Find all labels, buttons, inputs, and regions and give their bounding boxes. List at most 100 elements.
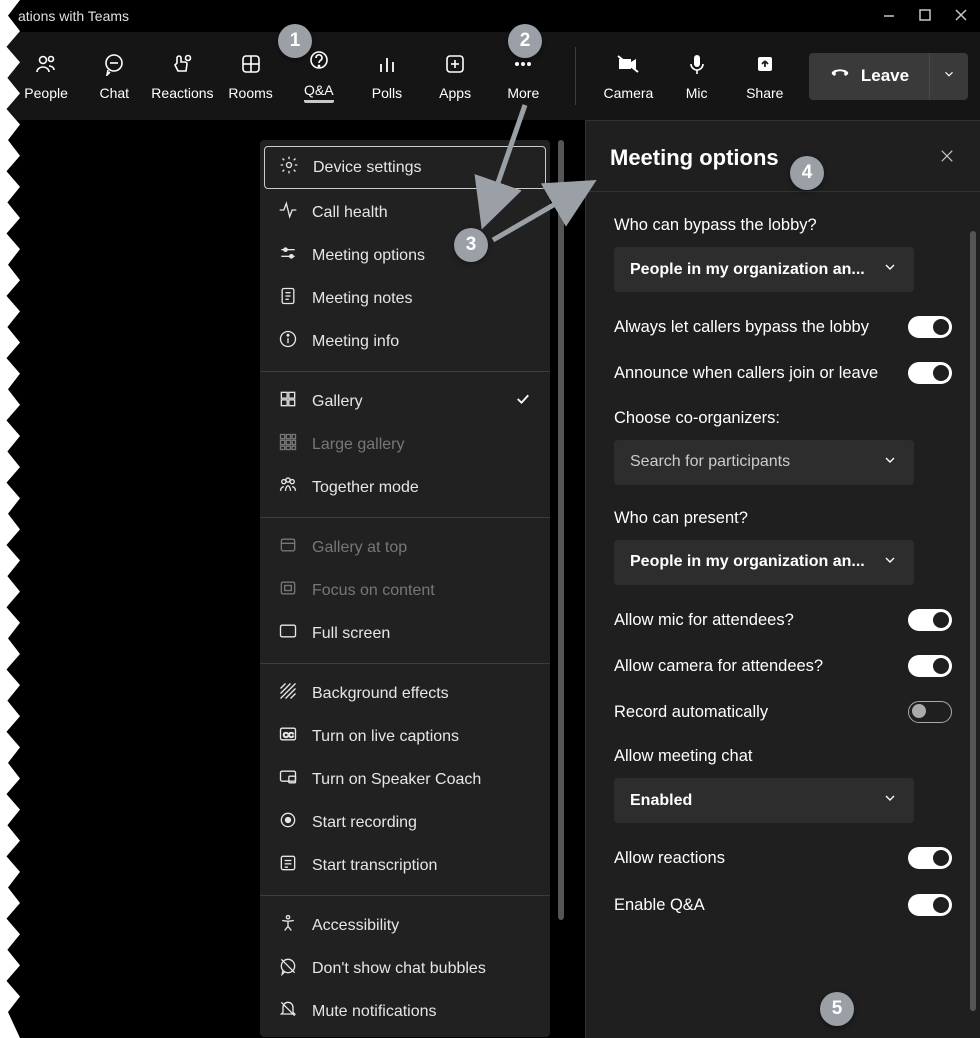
menu-item-label: Start recording: [312, 814, 417, 832]
record-auto-label: Record automatically: [614, 701, 908, 723]
chat-dropdown[interactable]: Enabled: [614, 778, 914, 823]
leave-label: Leave: [861, 66, 909, 86]
menu-item-meeting-notes[interactable]: Meeting notes: [260, 277, 550, 320]
coorg-placeholder: Search for participants: [630, 453, 790, 471]
toolbar-people-label: People: [24, 85, 68, 101]
menu-item-label: Turn on live captions: [312, 728, 459, 746]
menu-item-background-effects[interactable]: Background effects: [260, 672, 550, 715]
callout-1: 1: [278, 24, 312, 58]
menu-item-accessibility[interactable]: Accessibility: [260, 904, 550, 947]
reactions-toggle[interactable]: [908, 847, 952, 869]
lobby-label: Who can bypass the lobby?: [614, 216, 952, 235]
allow-mic-toggle[interactable]: [908, 609, 952, 631]
allow-mic-label: Allow mic for attendees?: [614, 609, 908, 631]
menu-item-label: Accessibility: [312, 917, 399, 935]
toolbar-rooms[interactable]: Rooms: [217, 44, 285, 109]
lobby-dropdown[interactable]: People in my organization an...: [614, 247, 914, 292]
callout-5: 5: [820, 992, 854, 1026]
menu-item-label: Background effects: [312, 685, 449, 703]
menu-scrollbar[interactable]: [558, 140, 564, 920]
menu-item-large-gallery[interactable]: Large gallery: [260, 423, 550, 466]
coach-icon: [278, 767, 298, 792]
toolbar-separator: [575, 47, 576, 105]
panel-close-button[interactable]: [938, 147, 956, 170]
minimize-button[interactable]: [882, 8, 896, 25]
maximize-button[interactable]: [918, 8, 932, 25]
titlebar: ations with Teams: [0, 0, 980, 32]
record-icon: [278, 810, 298, 835]
sliders-icon: [278, 243, 298, 268]
coorg-label: Choose co-organizers:: [614, 409, 952, 428]
menu-item-label: Don't show chat bubbles: [312, 960, 486, 978]
focus-icon: [278, 578, 298, 603]
menu-item-together-mode[interactable]: Together mode: [260, 466, 550, 509]
mic-icon: [685, 52, 709, 79]
reactions-icon: [170, 52, 194, 79]
panel-scrollbar[interactable]: [970, 231, 976, 1011]
allow-cam-toggle[interactable]: [908, 655, 952, 677]
menu-item-no-chat-bubbles[interactable]: Don't show chat bubbles: [260, 947, 550, 990]
menu-item-speaker-coach[interactable]: Turn on Speaker Coach: [260, 758, 550, 801]
menu-item-mute-notifications[interactable]: Mute notifications: [260, 990, 550, 1033]
menu-item-start-recording[interactable]: Start recording: [260, 801, 550, 844]
menu-item-start-transcription[interactable]: Start transcription: [260, 844, 550, 887]
leave-dropdown[interactable]: [929, 53, 968, 100]
menu-item-label: Meeting options: [312, 247, 425, 265]
coorg-search[interactable]: Search for participants: [614, 440, 914, 485]
accessibility-icon: [278, 913, 298, 938]
present-dropdown[interactable]: People in my organization an...: [614, 540, 914, 585]
toolbar-polls[interactable]: Polls: [353, 44, 421, 109]
leave-button[interactable]: Leave: [809, 53, 929, 100]
toolbar-share[interactable]: Share: [731, 44, 799, 109]
toolbar-apps[interactable]: Apps: [421, 44, 489, 109]
menu-item-focus-content[interactable]: Focus on content: [260, 569, 550, 612]
enable-qa-toggle[interactable]: [908, 894, 952, 916]
cc-icon: CC: [278, 724, 298, 749]
record-auto-toggle[interactable]: [908, 701, 952, 723]
toolbar-qa-label: Q&A: [304, 82, 334, 103]
menu-separator: [260, 663, 550, 664]
announce-toggle[interactable]: [908, 362, 952, 384]
toolbar-chat[interactable]: Chat: [80, 44, 148, 109]
toolbar-people[interactable]: People: [12, 44, 80, 109]
toolbar-chat-label: Chat: [99, 85, 129, 101]
close-button[interactable]: [954, 8, 968, 25]
menu-item-gallery-top[interactable]: Gallery at top: [260, 526, 550, 569]
menu-separator: [260, 517, 550, 518]
chevron-down-icon: [882, 259, 898, 280]
toolbar-mic[interactable]: Mic: [663, 44, 731, 109]
chevron-down-icon: [882, 452, 898, 473]
grid3-icon: [278, 432, 298, 457]
toolbar-reactions[interactable]: Reactions: [148, 44, 216, 109]
toolbar-camera[interactable]: Camera: [594, 44, 662, 109]
lobby-value: People in my organization an...: [630, 261, 865, 279]
menu-item-label: Full screen: [312, 625, 390, 643]
announce-label: Announce when callers join or leave: [614, 362, 908, 384]
allow-cam-label: Allow camera for attendees?: [614, 655, 908, 677]
more-menu: Device settingsCall healthMeeting option…: [260, 140, 550, 1037]
menu-item-full-screen[interactable]: Full screen: [260, 612, 550, 655]
toolbar-apps-label: Apps: [439, 85, 471, 101]
qa-icon: [307, 49, 331, 76]
menu-item-live-captions[interactable]: CC Turn on live captions: [260, 715, 550, 758]
reactions-label: Allow reactions: [614, 847, 908, 869]
toolbar-reactions-label: Reactions: [151, 85, 213, 101]
toolbar-rooms-label: Rooms: [228, 85, 272, 101]
chevron-down-icon: [882, 552, 898, 573]
menu-item-meeting-info[interactable]: Meeting info: [260, 320, 550, 363]
grid-icon: [278, 389, 298, 414]
callout-3: 3: [454, 228, 488, 262]
menu-item-gallery[interactable]: Gallery: [260, 380, 550, 423]
menu-item-label: Together mode: [312, 479, 419, 497]
toolbar-more-label: More: [507, 85, 539, 101]
menu-item-label: Meeting info: [312, 333, 399, 351]
toolbar-camera-label: Camera: [604, 85, 654, 101]
callout-2: 2: [508, 24, 542, 58]
always-bypass-toggle[interactable]: [908, 316, 952, 338]
people-group-icon: [278, 475, 298, 500]
toolbar-mic-label: Mic: [686, 85, 708, 101]
transcript-icon: [278, 853, 298, 878]
present-label: Who can present?: [614, 509, 952, 528]
callout-arrow-3-to-4: [488, 175, 608, 255]
menu-item-label: Gallery: [312, 393, 363, 411]
